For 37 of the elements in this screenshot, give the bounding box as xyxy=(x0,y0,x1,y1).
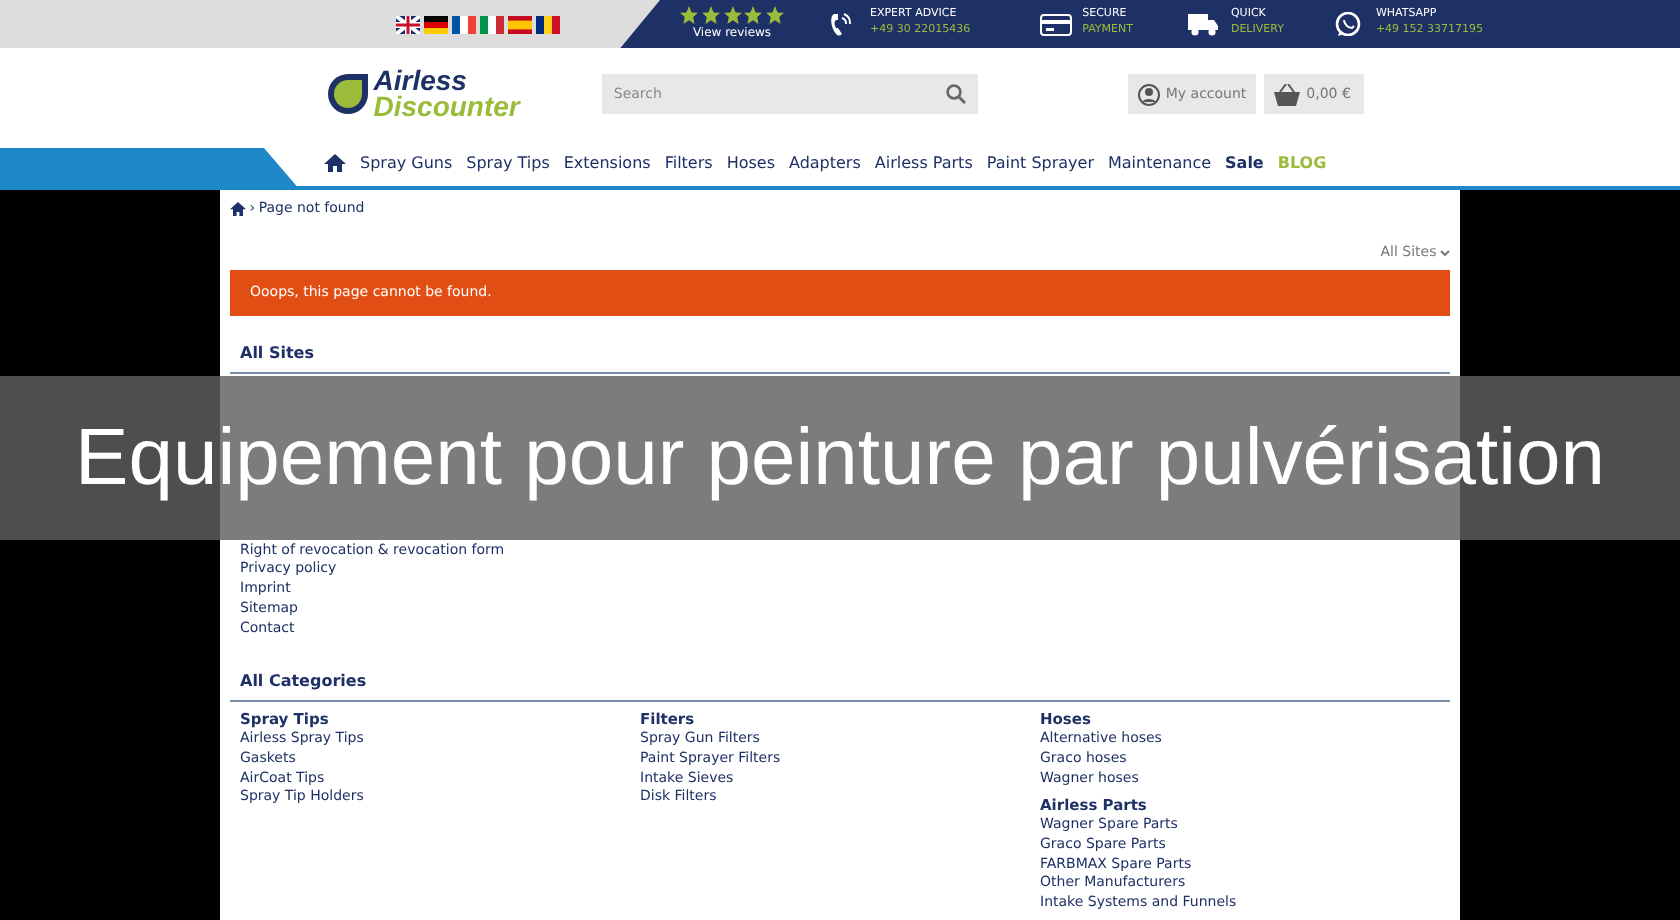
star-icon xyxy=(723,6,741,24)
truck-icon xyxy=(1188,12,1221,36)
nav-link[interactable]: Spray Guns xyxy=(360,151,453,175)
chat-bubble-icon xyxy=(1333,12,1366,36)
star-icon xyxy=(766,6,784,24)
title-banner: Equipement pour peinture par pulvérisation xyxy=(0,376,1680,540)
chevron-down-icon xyxy=(1440,249,1450,256)
star-icon xyxy=(680,6,698,24)
nav-link[interactable]: Extensions xyxy=(563,151,651,175)
home-icon xyxy=(230,201,246,216)
nav-link[interactable]: Hoses xyxy=(726,151,775,175)
logo-icon xyxy=(326,72,370,116)
section-heading: All Categories xyxy=(230,670,1450,703)
star-icon xyxy=(744,6,763,24)
star-icon xyxy=(701,6,720,24)
search-icon xyxy=(945,84,966,104)
section-heading: All Sites xyxy=(230,341,1450,374)
flag-icon xyxy=(536,15,560,33)
flag-icon xyxy=(508,15,532,33)
credit-card-icon xyxy=(1040,12,1073,36)
logo-text: Airless xyxy=(373,68,467,94)
flag-icon xyxy=(424,15,448,33)
nav-link[interactable]: Adapters xyxy=(788,151,861,175)
user-icon xyxy=(1137,83,1160,105)
basket-icon xyxy=(1274,83,1301,105)
flag-icon xyxy=(452,15,476,33)
nav-link[interactable]: Sale xyxy=(1225,151,1264,175)
nav-link[interactable]: Filters xyxy=(664,151,713,175)
flag-icon xyxy=(396,15,420,33)
nav-link[interactable]: Maintenance xyxy=(1108,151,1212,175)
flag-icon xyxy=(480,15,504,33)
nav-link[interactable]: Spray Tips xyxy=(466,151,550,175)
home-icon xyxy=(324,153,346,172)
nav-link[interactable]: Airless Parts xyxy=(874,151,973,175)
logo-text: Discounter xyxy=(373,94,520,120)
nav-link[interactable]: Paint Sprayer xyxy=(986,151,1094,175)
home-link[interactable] xyxy=(324,151,346,175)
